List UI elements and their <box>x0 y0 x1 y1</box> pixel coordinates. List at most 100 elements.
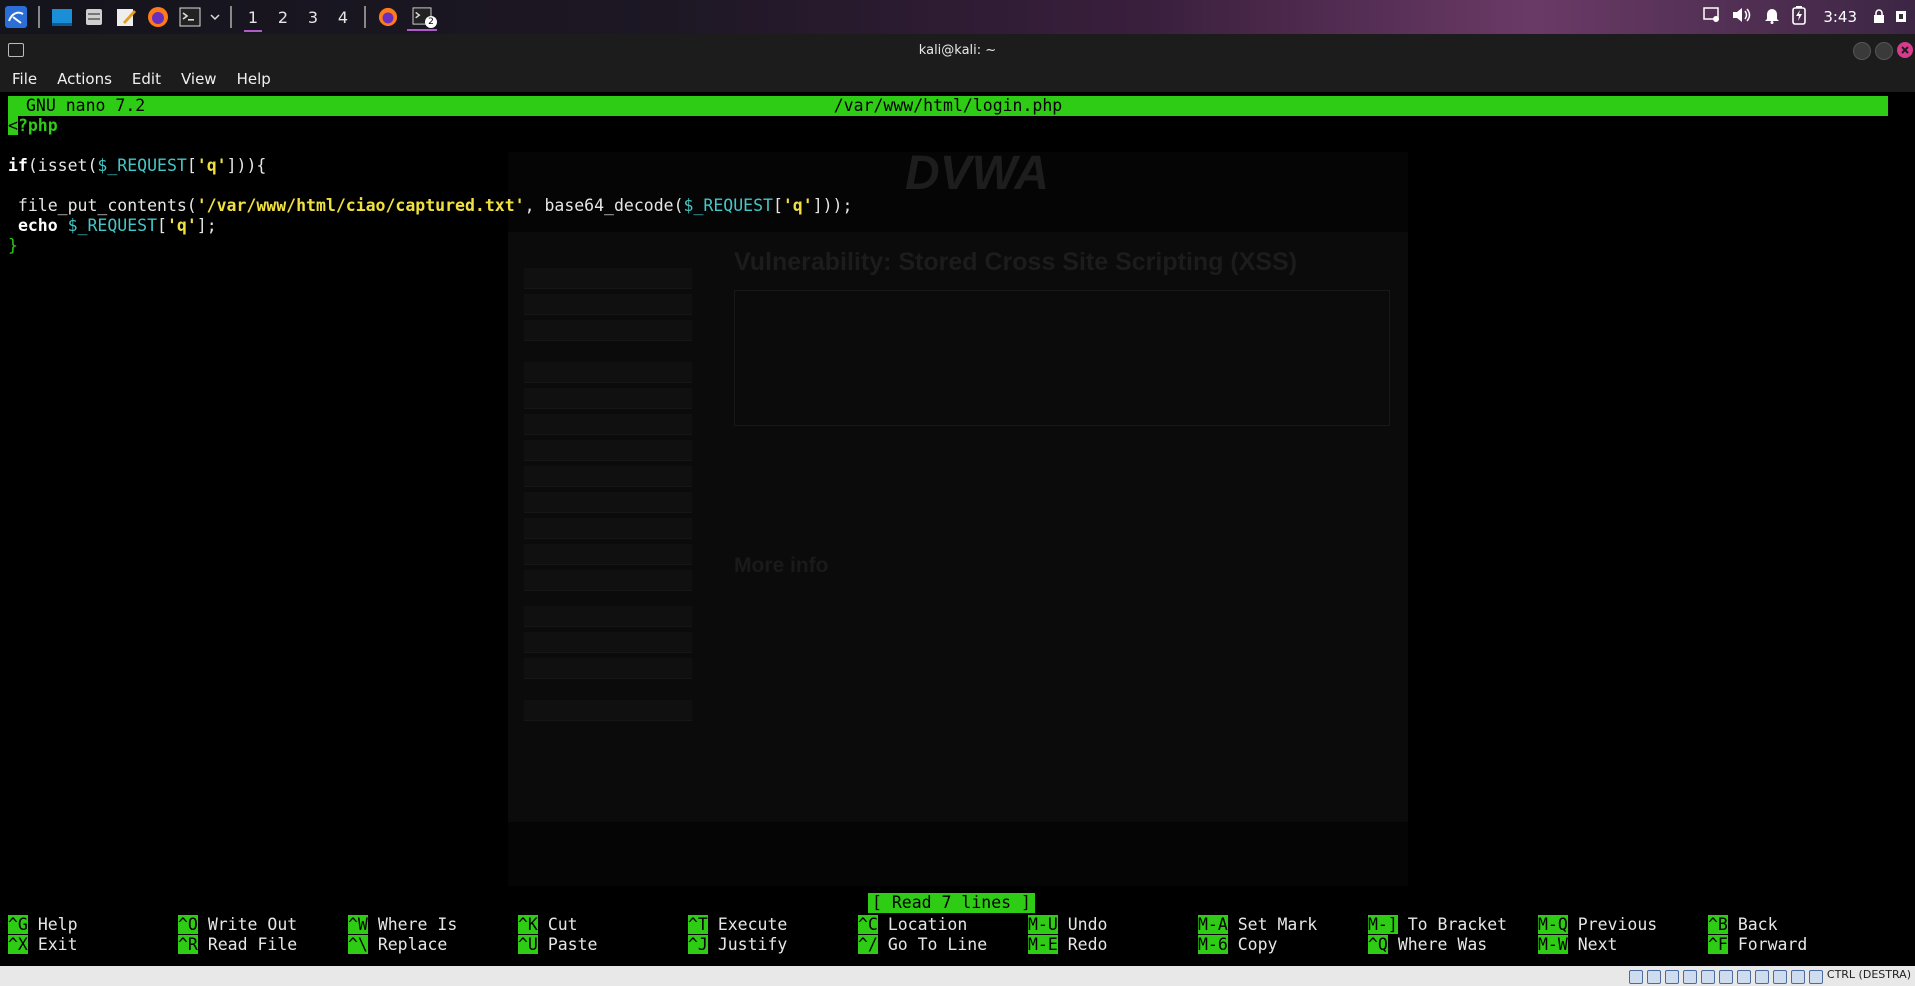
shortcut-key: M-Q <box>1538 915 1568 934</box>
shortcut-label: Justify <box>717 935 788 954</box>
vm-status-icon[interactable] <box>1701 970 1715 984</box>
workspace-2[interactable]: 2 <box>268 1 298 33</box>
volume-icon[interactable] <box>1731 6 1753 28</box>
ghost-heading: Vulnerability: Stored Cross Site Scripti… <box>734 248 1298 276</box>
ghost-nav-item <box>524 570 692 591</box>
shortcut-2-7[interactable]: M-6 Copy <box>1198 935 1278 955</box>
shortcut-1-0[interactable]: ^G Help <box>8 915 78 935</box>
shortcut-1-5[interactable]: ^C Location <box>858 915 967 935</box>
code-line-5[interactable]: file_put_contents('/var/www/html/ciao/ca… <box>8 196 853 216</box>
ghost-nav-item <box>524 320 692 341</box>
kali-menu-icon[interactable] <box>3 4 29 30</box>
vm-status-icon[interactable] <box>1755 970 1769 984</box>
code-line-6[interactable]: echo $_REQUEST['q']; <box>8 216 217 236</box>
host-key-indicator: CTRL (DESTRA) <box>1826 968 1911 981</box>
shortcut-2-8[interactable]: ^Q Where Was <box>1368 935 1487 955</box>
variable: $_REQUEST <box>683 196 773 215</box>
shortcut-label: Undo <box>1067 915 1108 934</box>
variable: $_REQUEST <box>97 156 187 175</box>
shortcut-2-0[interactable]: ^X Exit <box>8 935 78 955</box>
menu-view[interactable]: View <box>169 70 225 88</box>
shortcut-1-6[interactable]: M-U Undo <box>1028 915 1108 935</box>
terminal-content[interactable]: DVWA Vulnerability: Stored Cross Site Sc… <box>0 92 1915 966</box>
logout-icon[interactable] <box>1895 8 1907 27</box>
ghost-dvwa-logo: DVWA <box>905 147 1049 200</box>
text-editor-icon[interactable] <box>113 4 139 30</box>
terminal-window-icon <box>8 43 24 57</box>
terminal-icon[interactable] <box>177 4 203 30</box>
shortcut-label: Next <box>1577 935 1618 954</box>
nano-status-message: [ Read 7 lines ] <box>868 893 1035 913</box>
workspace-1[interactable]: 1 <box>238 1 268 33</box>
code-text: , base64_decode( <box>524 196 684 215</box>
menu-file[interactable]: File <box>0 70 45 88</box>
lock-icon[interactable] <box>1873 8 1885 27</box>
ghost-browser-footer <box>508 822 1408 886</box>
shortcut-key: M-W <box>1538 935 1568 954</box>
shortcut-1-9[interactable]: M-Q Previous <box>1538 915 1657 935</box>
menu-edit[interactable]: Edit <box>120 70 169 88</box>
text-cursor: < <box>8 116 18 135</box>
shortcut-label: Write Out <box>207 915 298 934</box>
vm-status-icon[interactable] <box>1647 970 1661 984</box>
shortcut-label: To Bracket <box>1407 915 1508 934</box>
code-text: [ <box>157 216 167 235</box>
shortcut-key: ^W <box>348 915 368 934</box>
menu-help[interactable]: Help <box>225 70 279 88</box>
desktop-icon[interactable] <box>49 4 75 30</box>
shortcut-1-7[interactable]: M-A Set Mark <box>1198 915 1317 935</box>
vm-status-icon[interactable] <box>1683 970 1697 984</box>
shortcut-2-5[interactable]: ^/ Go To Line <box>858 935 987 955</box>
vm-status-icon[interactable] <box>1665 970 1679 984</box>
vm-status-icon[interactable] <box>1773 970 1787 984</box>
close-button[interactable] <box>1897 42 1913 58</box>
string-literal: '/var/www/html/ciao/captured.txt' <box>196 196 525 215</box>
shortcut-2-1[interactable]: ^R Read File <box>178 935 297 955</box>
shortcut-key: ^K <box>518 915 538 934</box>
shortcut-key: M-A <box>1198 915 1228 934</box>
ghost-nav-item <box>524 268 692 289</box>
shortcut-1-1[interactable]: ^O Write Out <box>178 915 297 935</box>
shortcut-2-4[interactable]: ^J Justify <box>688 935 787 955</box>
shortcut-2-2[interactable]: ^\ Replace <box>348 935 447 955</box>
code-line-1[interactable]: <?php <box>8 116 58 136</box>
code-line-7[interactable]: } <box>8 236 18 256</box>
taskbar-firefox-icon[interactable] <box>375 4 401 30</box>
shortcut-2-6[interactable]: M-E Redo <box>1028 935 1108 955</box>
vm-status-icon[interactable] <box>1737 970 1751 984</box>
shortcut-2-3[interactable]: ^U Paste <box>518 935 597 955</box>
shortcut-key: ^F <box>1708 935 1728 954</box>
shortcut-key: ^Q <box>1368 935 1388 954</box>
shortcut-2-10[interactable]: ^F Forward <box>1708 935 1807 955</box>
shortcut-2-9[interactable]: M-W Next <box>1538 935 1618 955</box>
clock[interactable]: 3:43 <box>1823 8 1857 26</box>
workspace-4[interactable]: 4 <box>328 1 358 33</box>
workspace-3[interactable]: 3 <box>298 1 328 33</box>
shortcut-key: ^J <box>688 935 708 954</box>
shortcut-key: ^T <box>688 915 708 934</box>
maximize-button[interactable] <box>1875 42 1893 60</box>
shortcut-1-8[interactable]: M-] To Bracket <box>1368 915 1507 935</box>
code-text: file_put_contents( <box>8 196 197 215</box>
taskbar-terminal-icon[interactable]: 2 <box>407 3 437 31</box>
chevron-down-icon[interactable] <box>209 4 221 30</box>
battery-charging-icon[interactable] <box>1791 5 1807 29</box>
shortcut-1-3[interactable]: ^K Cut <box>518 915 578 935</box>
shortcut-1-2[interactable]: ^W Where Is <box>348 915 457 935</box>
firefox-icon[interactable] <box>145 4 171 30</box>
vm-status-icon[interactable] <box>1791 970 1805 984</box>
vm-status-icon[interactable] <box>1809 970 1823 984</box>
shortcut-1-10[interactable]: ^B Back <box>1708 915 1778 935</box>
code-line-3[interactable]: if(isset($_REQUEST['q'])){ <box>8 156 266 176</box>
menu-actions[interactable]: Actions <box>45 70 120 88</box>
shortcut-label: Execute <box>717 915 788 934</box>
ghost-more-info: More info <box>734 554 829 577</box>
notifications-icon[interactable] <box>1763 6 1781 28</box>
file-manager-icon[interactable] <box>81 4 107 30</box>
vm-status-icon[interactable] <box>1719 970 1733 984</box>
shortcut-1-4[interactable]: ^T Execute <box>688 915 787 935</box>
network-icon[interactable] <box>1703 7 1721 27</box>
minimize-button[interactable] <box>1853 42 1871 60</box>
vm-status-icon[interactable] <box>1629 970 1643 984</box>
terminal-title-bar[interactable]: kali@kali: ~ <box>0 34 1915 66</box>
